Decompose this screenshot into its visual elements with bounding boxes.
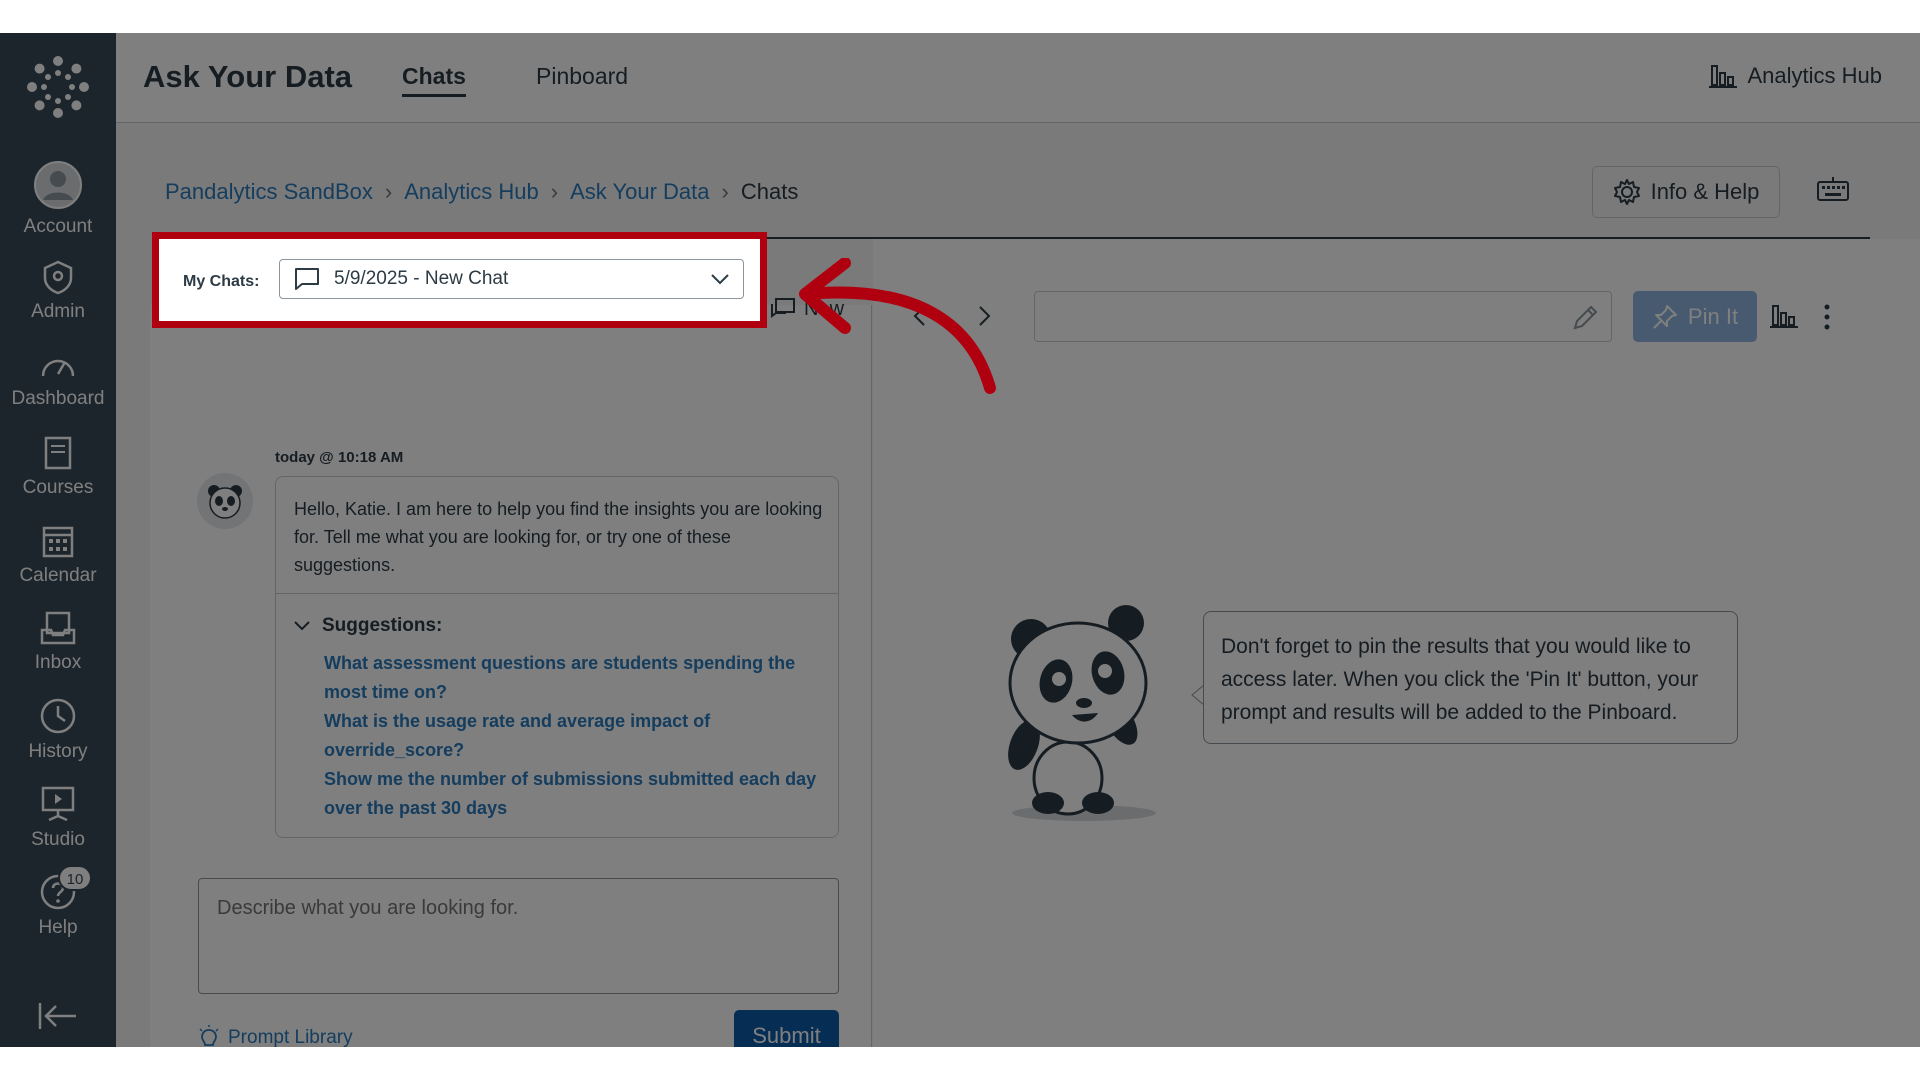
- nav-item-dashboard[interactable]: Dashboard: [0, 348, 116, 428]
- message-timestamp: today @ 10:18 AM: [275, 449, 404, 466]
- result-title-field[interactable]: [1034, 291, 1612, 342]
- breadcrumb: Pandalytics SandBox › Analytics Hub › As…: [165, 179, 798, 205]
- assistant-message: Hello, Katie. I am here to help you find…: [275, 476, 839, 838]
- my-chats-label: My Chats:: [183, 273, 260, 290]
- bar-chart-icon: [1709, 65, 1738, 88]
- info-help-button[interactable]: Info & Help: [1592, 166, 1780, 218]
- greeting-text: Hello, Katie. I am here to help you find…: [294, 499, 823, 575]
- chevron-right-icon: ›: [721, 179, 729, 204]
- history-icon: [40, 698, 76, 734]
- nav-item-history[interactable]: History: [0, 697, 116, 777]
- chart-view-icon[interactable]: [1770, 303, 1798, 329]
- nav-item-account[interactable]: Account: [0, 160, 116, 240]
- suggestion-link[interactable]: What assessment questions are students s…: [324, 649, 824, 707]
- breadcrumb-link[interactable]: Analytics Hub: [404, 179, 539, 205]
- suggestion-link[interactable]: Show me the number of submissions submit…: [324, 765, 824, 823]
- more-options-icon[interactable]: [1822, 303, 1832, 331]
- admin-icon: [43, 260, 73, 295]
- pin-tip: Don't forget to pin the results that you…: [1203, 611, 1738, 744]
- nav-item-courses[interactable]: Courses: [0, 435, 116, 515]
- nav-label: Studio: [31, 829, 85, 850]
- chat-select[interactable]: 5/9/2025 - New Chat: [279, 259, 744, 299]
- prompt-library-label: Prompt Library: [228, 1027, 353, 1047]
- nav-item-inbox[interactable]: Inbox: [0, 610, 116, 690]
- gear-icon: [1613, 179, 1640, 205]
- pin-it-label: Pin It: [1687, 303, 1739, 329]
- suggestions-title: Suggestions:: [322, 615, 443, 636]
- canvas-logo-icon[interactable]: [26, 55, 90, 119]
- courses-icon: [44, 436, 72, 470]
- nav-label: Help: [38, 917, 78, 938]
- pencil-icon: [1573, 305, 1598, 330]
- nav-label: Dashboard: [11, 388, 105, 409]
- analytics-hub-link[interactable]: Analytics Hub: [1709, 63, 1882, 89]
- nav-item-help[interactable]: 10 Help: [0, 865, 116, 953]
- panda-mascot-icon: [1008, 605, 1156, 821]
- help-badge: 10: [58, 865, 92, 891]
- nav-label: Account: [23, 216, 93, 237]
- message-divider: [276, 593, 838, 594]
- chat-bubble-icon: [295, 268, 319, 290]
- info-help-label: Info & Help: [1650, 179, 1760, 204]
- nav-item-calendar[interactable]: Calendar: [0, 523, 116, 603]
- app-title: Ask Your Data: [143, 59, 353, 94]
- nav-item-admin[interactable]: Admin: [0, 259, 116, 339]
- nav-label: Courses: [22, 477, 94, 498]
- chevron-right-icon: ›: [550, 179, 559, 204]
- top-bar: Ask Your Data Chats Pinboard Analytics H…: [116, 33, 1920, 123]
- breadcrumb-current: Chats: [740, 179, 799, 204]
- pin-it-button[interactable]: Pin It: [1633, 291, 1757, 342]
- panda-avatar-icon: [197, 473, 253, 529]
- inbox-icon: [40, 611, 76, 645]
- chevron-down-icon: [294, 621, 310, 631]
- my-chats-highlight: My Chats: 5/9/2025 - New Chat: [152, 232, 767, 328]
- calendar-icon: [42, 526, 74, 558]
- analytics-hub-label: Analytics Hub: [1747, 63, 1882, 88]
- suggestions-toggle[interactable]: Suggestions:: [294, 615, 442, 637]
- chat-select-value: 5/9/2025 - New Chat: [334, 268, 509, 289]
- submit-button[interactable]: Submit: [734, 1010, 839, 1047]
- nav-label: Admin: [31, 301, 85, 322]
- chevron-down-icon: [711, 273, 729, 284]
- pin-icon: [1653, 304, 1677, 329]
- tab-chats[interactable]: Chats: [402, 63, 466, 97]
- lightbulb-icon: [199, 1025, 219, 1046]
- prompt-library-link[interactable]: Prompt Library: [198, 1025, 353, 1047]
- breadcrumb-link[interactable]: Pandalytics SandBox: [165, 179, 373, 205]
- collapse-nav-icon[interactable]: [38, 1001, 78, 1031]
- breadcrumb-link[interactable]: Ask Your Data: [570, 179, 709, 205]
- dashboard-icon: [41, 359, 75, 377]
- prompt-input[interactable]: [198, 878, 839, 994]
- tab-pinboard[interactable]: Pinboard: [536, 63, 628, 90]
- app-frame: Account Admin Dashboard Courses Calendar…: [0, 33, 1920, 1047]
- callout-arrow-icon: [799, 258, 996, 394]
- nav-label: Calendar: [19, 565, 97, 586]
- nav-item-studio[interactable]: Studio: [0, 785, 116, 865]
- nav-label: History: [28, 741, 88, 762]
- global-nav: Account Admin Dashboard Courses Calendar…: [0, 33, 116, 1047]
- chevron-right-icon: ›: [384, 179, 393, 204]
- nav-label: Inbox: [34, 652, 82, 673]
- suggestion-link[interactable]: What is the usage rate and average impac…: [324, 707, 824, 765]
- account-icon: [34, 161, 82, 209]
- studio-icon: [41, 786, 75, 822]
- keyboard-icon[interactable]: [1816, 175, 1850, 203]
